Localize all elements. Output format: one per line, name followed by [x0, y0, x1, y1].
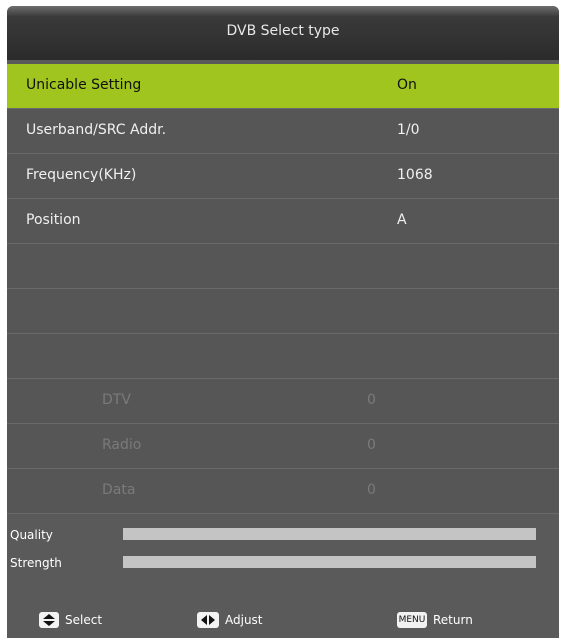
strength-bar	[123, 556, 536, 568]
quality-label: Quality	[10, 528, 53, 542]
dialog-title: DVB Select type	[226, 23, 340, 39]
strength-label: Strength	[10, 556, 62, 570]
setting-label: Unicable Setting	[26, 77, 142, 93]
strength-bar-fill	[123, 556, 536, 568]
menu-key-icon: MENU	[397, 612, 427, 628]
setting-row-unicable[interactable]: Unicable Setting On	[7, 64, 559, 109]
quality-meter: Quality	[7, 522, 559, 550]
setting-value: On	[397, 77, 417, 93]
result-count: 0	[367, 437, 376, 453]
setting-value: 1/0	[397, 122, 420, 138]
adjust-label: Adjust	[225, 613, 263, 627]
title-bar: DVB Select type	[7, 6, 559, 60]
setting-row-frequency[interactable]: Frequency(KHz) 1068	[7, 154, 559, 199]
select-label: Select	[65, 613, 103, 627]
settings-list: Unicable Setting On Userband/SRC Addr. 1…	[7, 64, 559, 514]
setting-label: Frequency(KHz)	[26, 167, 137, 183]
result-row-dtv: DTV 0	[7, 379, 559, 424]
empty-row	[7, 244, 559, 289]
result-row-data: Data 0	[7, 469, 559, 514]
setting-value: 1068	[397, 167, 433, 183]
result-row-radio: Radio 0	[7, 424, 559, 469]
return-label: Return	[433, 613, 473, 627]
result-count: 0	[367, 392, 376, 408]
setting-row-userband[interactable]: Userband/SRC Addr. 1/0	[7, 109, 559, 154]
empty-row	[7, 289, 559, 334]
result-label: Data	[102, 482, 136, 498]
left-right-arrows-icon	[197, 612, 219, 628]
setting-label: Position	[26, 212, 81, 228]
result-label: DTV	[102, 392, 131, 408]
strength-meter: Strength	[7, 550, 559, 578]
adjust-hint: Adjust	[197, 612, 263, 628]
select-hint: Select	[39, 612, 102, 628]
dvb-select-dialog: DVB Select type Unicable Setting On User…	[7, 6, 559, 638]
result-count: 0	[367, 482, 376, 498]
setting-label: Userband/SRC Addr.	[26, 122, 167, 138]
result-label: Radio	[102, 437, 142, 453]
quality-bar-fill	[123, 528, 536, 540]
signal-meters: Quality Strength	[7, 522, 559, 578]
empty-row	[7, 334, 559, 379]
quality-bar	[123, 528, 536, 540]
key-hints: Select Adjust MENU Return	[7, 604, 559, 638]
return-hint: MENU Return	[397, 612, 473, 628]
up-down-arrows-icon	[39, 612, 59, 628]
setting-value: A	[397, 212, 407, 228]
setting-row-position[interactable]: Position A	[7, 199, 559, 244]
